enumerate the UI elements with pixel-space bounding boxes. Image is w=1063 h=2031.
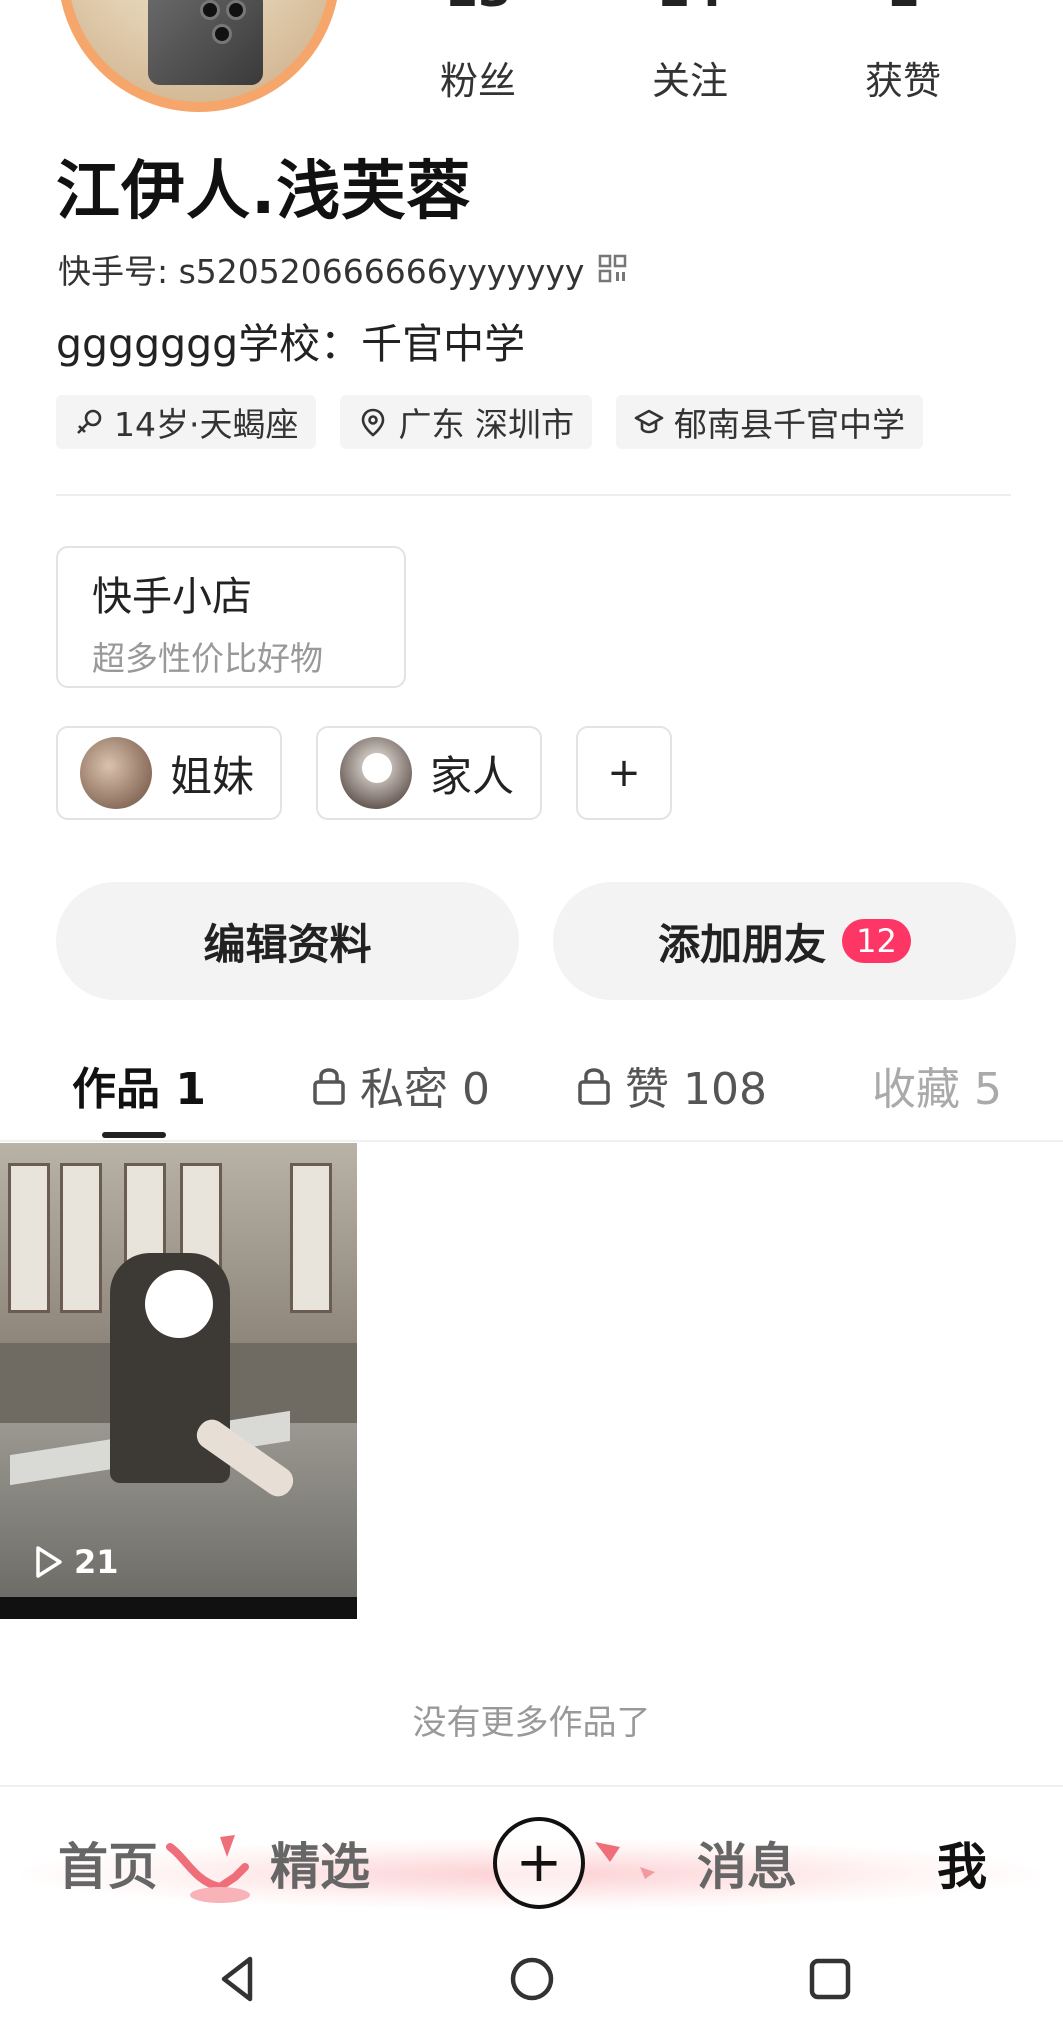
- group-sisters[interactable]: 姐妹: [56, 726, 283, 820]
- stat-value: 13: [398, 0, 558, 20]
- stat-following[interactable]: 14 关注: [610, 0, 770, 105]
- bird-decoration-icon: [595, 1842, 655, 1879]
- stat-label: 获赞: [864, 59, 941, 103]
- plus-icon: +: [515, 1830, 563, 1895]
- tab-favorites[interactable]: 收藏 5: [872, 1045, 1002, 1125]
- group-label: 家人: [430, 751, 515, 801]
- camera-lens: [226, 0, 246, 20]
- stat-label: 粉丝: [439, 59, 516, 103]
- thumbnail-detail: [60, 1163, 102, 1313]
- location-pin-icon: [362, 408, 385, 437]
- graduation-cap-icon: [634, 409, 664, 434]
- stat-likes[interactable]: 1 获赞: [823, 0, 983, 105]
- qr-code-icon[interactable]: [598, 254, 628, 284]
- nav-messages[interactable]: 消息: [697, 1827, 797, 1899]
- avatar-photo-phone: [148, 0, 263, 85]
- lock-icon: [313, 1068, 345, 1105]
- thumbnail-detail: [8, 1163, 50, 1313]
- tab-private[interactable]: 私密 0: [312, 1045, 490, 1125]
- add-group-button[interactable]: +: [576, 726, 673, 820]
- profile-tags: 14岁·天蝎座 广东 深圳市 郁南县千官中学: [56, 395, 923, 449]
- play-count-value: 21: [74, 1543, 119, 1581]
- tag-location: 广东 深圳市: [340, 395, 592, 449]
- profile-name: 江伊人.浅芙蓉: [56, 155, 472, 229]
- play-icon: [36, 1546, 62, 1578]
- section-divider: [56, 494, 1011, 496]
- tag-age-zodiac: 14岁·天蝎座: [56, 395, 317, 449]
- add-friend-badge: 12: [842, 919, 911, 963]
- face-blur: [145, 1270, 213, 1338]
- nav-featured[interactable]: 精选: [270, 1827, 370, 1899]
- work-thumbnail[interactable]: 21: [0, 1143, 357, 1619]
- group-family[interactable]: 家人: [316, 726, 543, 820]
- stat-value: 1: [823, 0, 983, 20]
- dragon-boat-decoration-icon: [166, 1835, 250, 1903]
- tag-label: 郁南县千官中学: [673, 405, 905, 444]
- kuaishou-id[interactable]: 快手号: s520520666666yyyyyyy: [58, 245, 628, 293]
- group-avatar: [80, 737, 152, 809]
- tag-label: 广东 深圳市: [398, 405, 574, 444]
- tabs-divider: [0, 1140, 1063, 1142]
- tab-label: 作品 1: [72, 1064, 206, 1115]
- camera-lens: [212, 24, 232, 44]
- active-tab-indicator: [102, 1132, 166, 1138]
- back-icon[interactable]: [212, 1953, 264, 2005]
- stat-followers[interactable]: 13 粉丝: [398, 0, 558, 105]
- tag-label: 14岁·天蝎座: [114, 405, 299, 444]
- play-count: 21: [30, 1543, 119, 1581]
- add-friend-label: 添加朋友: [658, 919, 827, 969]
- home-icon[interactable]: [506, 1953, 558, 2005]
- system-navigation-bar: [0, 1927, 1063, 2031]
- group-avatar: [340, 737, 413, 809]
- scorpio-zodiac-icon: [77, 409, 102, 434]
- tab-liked[interactable]: 赞 108: [577, 1045, 767, 1125]
- tag-school: 郁南县千官中学: [615, 395, 923, 449]
- thumbnail-detail: [0, 1597, 357, 1619]
- add-friend-button[interactable]: 添加朋友 12: [553, 882, 1016, 1000]
- edit-profile-label: 编辑资料: [203, 919, 372, 969]
- kuaishou-id-text: 快手号: s520520666666yyyyyyy: [58, 252, 585, 291]
- create-button[interactable]: +: [493, 1817, 585, 1909]
- plus-icon: +: [607, 750, 641, 796]
- lock-icon: [578, 1068, 610, 1105]
- tab-label: 赞 108: [625, 1064, 767, 1115]
- stat-value: 14: [610, 0, 770, 20]
- profile-avatar[interactable]: [58, 0, 340, 112]
- bottom-nav: 首页 精选 + 消息 我: [0, 1787, 1063, 1927]
- thumbnail-detail: [290, 1163, 332, 1313]
- tab-label: 私密 0: [360, 1064, 490, 1115]
- tab-label: 收藏 5: [872, 1064, 1002, 1115]
- no-more-works-text: 没有更多作品了: [412, 1703, 651, 1743]
- tab-works[interactable]: 作品 1: [72, 1045, 206, 1125]
- shop-subtitle: 超多性价比好物: [92, 639, 323, 678]
- kuaishou-shop-card[interactable]: 快手小店 超多性价比好物: [56, 546, 406, 688]
- shop-title: 快手小店: [92, 574, 252, 620]
- nav-home[interactable]: 首页: [58, 1827, 158, 1899]
- edit-profile-button[interactable]: 编辑资料: [56, 882, 519, 1000]
- group-label: 姐妹: [170, 751, 255, 801]
- nav-me[interactable]: 我: [937, 1827, 987, 1899]
- profile-bio: ggggggg学校：千官中学: [56, 320, 526, 368]
- recents-icon[interactable]: [804, 1953, 856, 2005]
- camera-lens: [200, 0, 220, 20]
- stat-label: 关注: [651, 59, 728, 103]
- content-tabs: 作品 1 私密 0 赞 108 收藏 5: [0, 1045, 1063, 1143]
- friend-groups: 姐妹 家人 +: [56, 726, 673, 820]
